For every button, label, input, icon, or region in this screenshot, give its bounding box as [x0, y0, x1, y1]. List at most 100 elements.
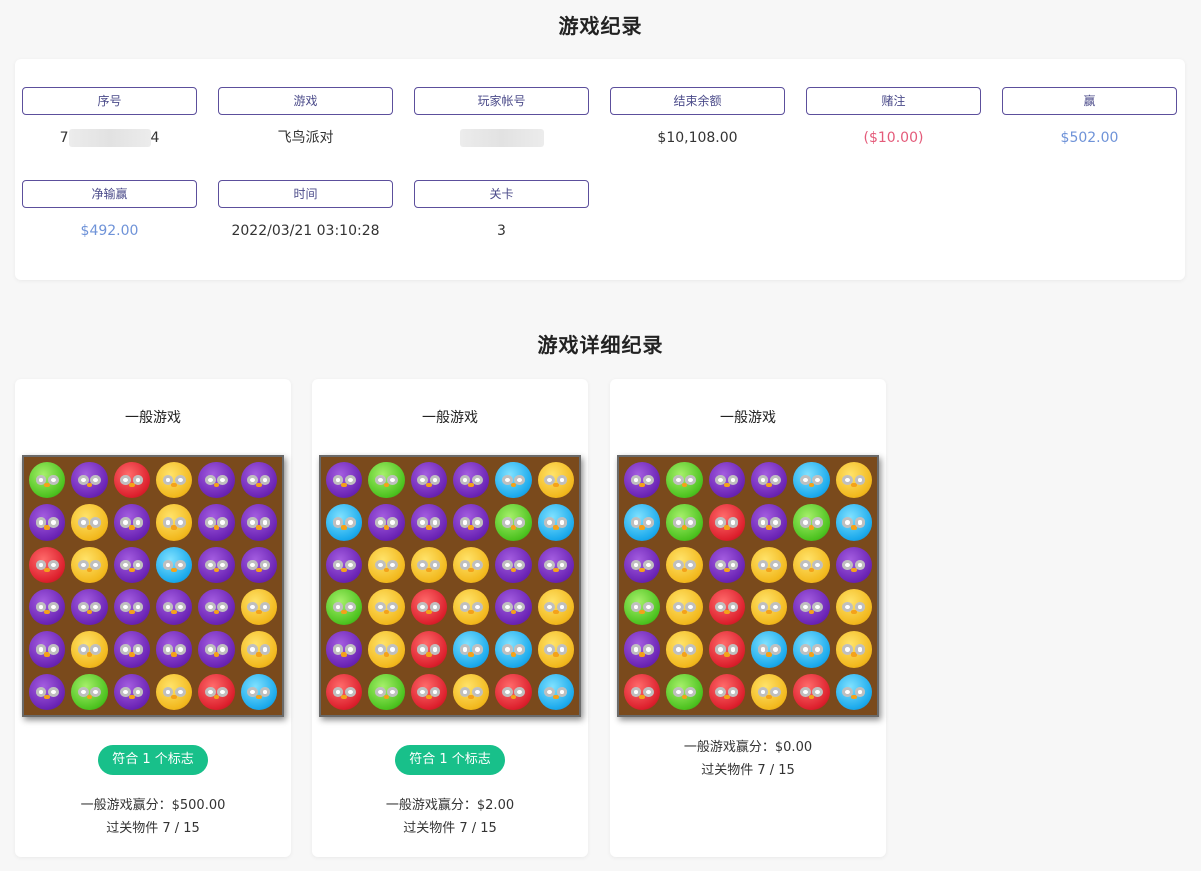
detail-card-1: 一般游戏 符合 1 个标志 一般游戏赢分：$500.00 过关物件 7 / 15: [15, 379, 291, 857]
purple-bird-icon: [113, 631, 150, 668]
red-bird-icon: [708, 673, 745, 710]
purple-bird-icon: [198, 462, 235, 499]
field-win: 赢 $502.00: [1002, 87, 1177, 148]
match-tag-badge: 符合 1 个标志: [395, 745, 505, 775]
yellow-bird-icon: [835, 588, 872, 626]
detail-card-3: 一般游戏 一般游戏赢分：$0.00 过关物件 7 / 15: [610, 379, 886, 857]
yellow-bird-icon: [750, 588, 788, 626]
field-label: 时间: [218, 180, 393, 208]
purple-bird-icon: [326, 631, 363, 668]
field-value: 飞鸟派对: [277, 130, 334, 146]
score-block: 一般游戏赢分：$0.00 过关物件 7 / 15: [610, 736, 886, 782]
field-label: 结束余额: [610, 87, 785, 115]
blue-bird-icon: [793, 631, 830, 668]
purple-bird-icon: [326, 462, 363, 499]
game-board: [22, 455, 284, 717]
green-bird-icon: [666, 462, 703, 499]
purple-bird-icon: [240, 546, 277, 583]
purple-bird-icon: [624, 546, 661, 583]
field-label: 净输赢: [22, 180, 197, 208]
purple-bird-icon: [29, 673, 66, 710]
blue-bird-icon: [624, 504, 661, 541]
purple-bird-icon: [155, 631, 193, 668]
purple-bird-icon: [198, 546, 235, 583]
red-bird-icon: [793, 673, 830, 710]
field-value: ($10.00): [863, 130, 924, 146]
field-label: 关卡: [414, 180, 589, 208]
win-score: 一般游戏赢分：$0.00: [683, 740, 813, 755]
field-player-account: 玩家帐号: [414, 87, 589, 148]
yellow-bird-icon: [155, 504, 193, 541]
yellow-bird-icon: [368, 588, 405, 626]
detail-card-title: 一般游戏: [125, 410, 181, 426]
level-progress: 过关物件 7 / 15: [403, 821, 497, 836]
score-block: 一般游戏赢分：$500.00 过关物件 7 / 15: [15, 794, 291, 840]
red-bird-icon: [708, 631, 745, 668]
redacted-value: [459, 129, 544, 147]
purple-bird-icon: [71, 588, 108, 626]
field-label: 赌注: [806, 87, 981, 115]
red-bird-icon: [495, 673, 532, 710]
field-value: $502.00: [1060, 130, 1119, 146]
purple-bird-icon: [495, 588, 532, 626]
yellow-bird-icon: [71, 504, 108, 541]
field-label: 赢: [1002, 87, 1177, 115]
purple-bird-icon: [113, 504, 150, 541]
purple-bird-icon: [750, 462, 788, 499]
yellow-bird-icon: [537, 588, 574, 626]
yellow-bird-icon: [452, 673, 490, 710]
blue-bird-icon: [155, 546, 193, 583]
red-bird-icon: [113, 462, 150, 499]
serial-suffix: 4: [150, 130, 160, 146]
purple-bird-icon: [198, 631, 235, 668]
purple-bird-icon: [29, 504, 66, 541]
purple-bird-icon: [29, 588, 66, 626]
purple-bird-icon: [708, 462, 745, 499]
field-net: 净输赢 $492.00: [22, 180, 197, 241]
purple-bird-icon: [835, 546, 872, 583]
game-record-title: 游戏纪录: [558, 14, 643, 38]
field-bet: 赌注 ($10.00): [806, 87, 981, 148]
field-label: 序号: [22, 87, 197, 115]
field-serial: 序号 74: [22, 87, 197, 148]
red-bird-icon: [29, 546, 66, 583]
blue-bird-icon: [537, 504, 574, 541]
field-level: 关卡 3: [414, 180, 589, 241]
detail-card-2: 一般游戏 符合 1 个标志 一般游戏赢分：$2.00 过关物件 7 / 15: [312, 379, 588, 857]
green-bird-icon: [71, 673, 108, 710]
purple-bird-icon: [368, 504, 405, 541]
yellow-bird-icon: [666, 546, 703, 583]
field-label: 玩家帐号: [414, 87, 589, 115]
field-label: 游戏: [218, 87, 393, 115]
yellow-bird-icon: [452, 588, 490, 626]
purple-bird-icon: [793, 588, 830, 626]
green-bird-icon: [666, 504, 703, 541]
yellow-bird-icon: [835, 462, 872, 499]
field-time: 时间 2022/03/21 03:10:28: [218, 180, 393, 241]
purple-bird-icon: [495, 546, 532, 583]
purple-bird-icon: [240, 504, 277, 541]
purple-bird-icon: [198, 504, 235, 541]
red-bird-icon: [410, 588, 447, 626]
purple-bird-icon: [452, 462, 490, 499]
field-value: 3: [497, 223, 506, 239]
red-bird-icon: [410, 673, 447, 710]
purple-bird-icon: [750, 504, 788, 541]
red-bird-icon: [708, 504, 745, 541]
yellow-bird-icon: [452, 546, 490, 583]
blue-bird-icon: [495, 631, 532, 668]
purple-bird-icon: [29, 631, 66, 668]
field-value: $10,108.00: [657, 130, 738, 146]
yellow-bird-icon: [410, 546, 447, 583]
detail-card-title: 一般游戏: [720, 410, 776, 426]
purple-bird-icon: [624, 631, 661, 668]
game-board: [617, 455, 879, 717]
match-tag-badge: 符合 1 个标志: [98, 745, 208, 775]
yellow-bird-icon: [155, 673, 193, 710]
level-progress: 过关物件 7 / 15: [106, 821, 200, 836]
purple-bird-icon: [410, 462, 447, 499]
purple-bird-icon: [71, 462, 108, 499]
win-score: 一般游戏赢分：$500.00: [80, 798, 226, 813]
score-block: 一般游戏赢分：$2.00 过关物件 7 / 15: [312, 794, 588, 840]
redacted-value: [68, 129, 151, 147]
